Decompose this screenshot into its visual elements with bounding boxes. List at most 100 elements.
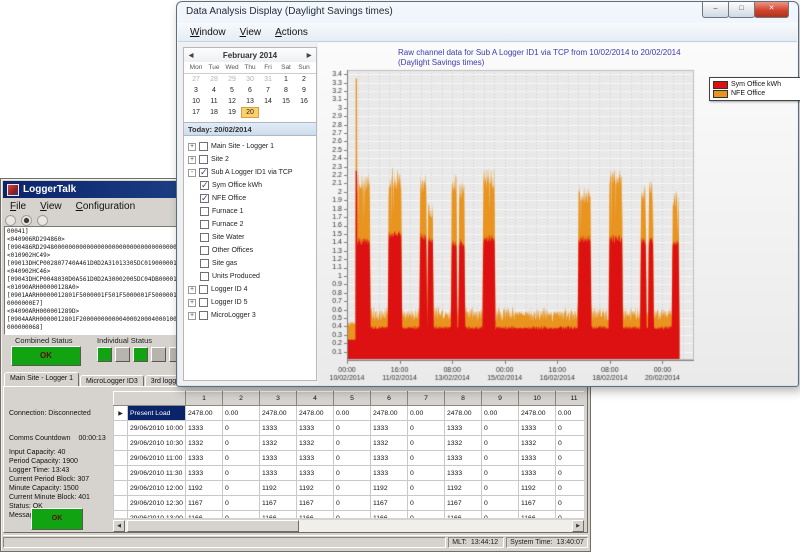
calendar-day[interactable]: 27 bbox=[187, 74, 205, 85]
calendar-day[interactable]: 12 bbox=[223, 96, 241, 107]
grid-cell[interactable]: 1333 bbox=[519, 451, 556, 466]
grid-cell[interactable]: 1167 bbox=[297, 496, 334, 511]
grid-cell[interactable]: 1332 bbox=[186, 436, 223, 451]
play-button[interactable] bbox=[5, 215, 16, 226]
menu-item-file[interactable]: File bbox=[3, 201, 33, 212]
grid-cell[interactable]: 1332 bbox=[297, 436, 334, 451]
calendar-day[interactable]: 3 bbox=[187, 85, 205, 96]
grid-column-header[interactable]: 1 bbox=[186, 392, 223, 406]
calendar-day[interactable]: 4 bbox=[205, 85, 223, 96]
grid-cell[interactable]: 1167 bbox=[260, 496, 297, 511]
grid-cell[interactable]: 0 bbox=[334, 451, 371, 466]
calendar-day-selected[interactable]: 20 bbox=[241, 107, 259, 118]
tree-item-label[interactable]: Other Offices bbox=[212, 247, 253, 254]
calendar-day[interactable]: 1 bbox=[277, 74, 295, 85]
calendar-day[interactable]: 14 bbox=[259, 96, 277, 107]
tree-checkbox[interactable] bbox=[200, 207, 209, 216]
grid-horizontal-scrollbar[interactable]: ◀ ▶ bbox=[113, 520, 584, 532]
grid-cell[interactable]: 1192 bbox=[371, 481, 408, 496]
calendar-day[interactable]: 19 bbox=[223, 107, 241, 118]
grid-row-label[interactable]: 29/06/2010 12:00 bbox=[128, 481, 186, 496]
grid-cell[interactable]: 0.00 bbox=[223, 406, 260, 421]
tree-item-label[interactable]: Main Site - Logger 1 bbox=[211, 143, 274, 150]
tree-checkbox[interactable] bbox=[200, 233, 209, 242]
tree-item-label[interactable]: Logger ID 4 bbox=[211, 286, 248, 293]
grid-column-header[interactable]: 7 bbox=[408, 392, 445, 406]
grid-cell[interactable]: 1333 bbox=[445, 451, 482, 466]
tree-item-label[interactable]: Furnace 1 bbox=[212, 208, 244, 215]
grid-cell[interactable]: 0 bbox=[223, 511, 260, 519]
grid-cell[interactable]: 1333 bbox=[260, 466, 297, 481]
grid-cell[interactable]: 1333 bbox=[297, 451, 334, 466]
calendar-day[interactable]: 9 bbox=[295, 85, 313, 96]
grid-cell[interactable]: 1192 bbox=[445, 481, 482, 496]
grid-cell[interactable]: 2478.00 bbox=[445, 406, 482, 421]
grid-column-header[interactable]: 10 bbox=[519, 392, 556, 406]
maximize-icon[interactable]: □ bbox=[728, 2, 755, 18]
tree-item-label[interactable]: Site 2 bbox=[211, 156, 229, 163]
grid-cell[interactable]: 2478.00 bbox=[297, 406, 334, 421]
grid-cell[interactable]: 0 bbox=[223, 421, 260, 436]
grid-cell[interactable]: 1333 bbox=[519, 466, 556, 481]
grid-cell[interactable]: 0 bbox=[482, 481, 519, 496]
grid-cell[interactable]: 0 bbox=[556, 466, 585, 481]
calendar-day[interactable]: 16 bbox=[295, 96, 313, 107]
tree-expander-icon[interactable]: + bbox=[188, 143, 196, 151]
tree-checkbox[interactable] bbox=[200, 272, 209, 281]
tree-checkbox[interactable] bbox=[199, 285, 208, 294]
grid-cell[interactable]: 1166 bbox=[260, 511, 297, 519]
grid-cell[interactable]: 0 bbox=[482, 496, 519, 511]
scroll-left-icon[interactable]: ◀ bbox=[113, 520, 125, 532]
calendar-today-label[interactable]: Today: 20/02/2014 bbox=[184, 122, 316, 136]
grid-cell[interactable]: 0.00 bbox=[482, 406, 519, 421]
menu-item-view[interactable]: View bbox=[33, 201, 69, 212]
tree-item-label[interactable]: Sym Office kWh bbox=[212, 182, 262, 189]
tree-item-label[interactable]: Site Water bbox=[212, 234, 244, 241]
grid-cell[interactable]: 1333 bbox=[297, 421, 334, 436]
grid-cell[interactable]: 1192 bbox=[260, 481, 297, 496]
calendar-day[interactable]: 31 bbox=[259, 74, 277, 85]
grid-column-header[interactable]: 11 bbox=[556, 392, 585, 406]
grid-cell[interactable]: 1192 bbox=[186, 481, 223, 496]
calendar-day[interactable]: 5 bbox=[223, 85, 241, 96]
grid-cell[interactable]: 2478.00 bbox=[260, 406, 297, 421]
grid-cell[interactable]: 0 bbox=[223, 436, 260, 451]
grid-column-header[interactable]: 8 bbox=[445, 392, 482, 406]
grid-row-label[interactable]: 29/06/2010 11:00 bbox=[128, 451, 186, 466]
grid-cell[interactable]: 1332 bbox=[260, 436, 297, 451]
grid-row-label[interactable]: 29/06/2010 13:00 bbox=[128, 511, 186, 519]
calendar-day[interactable]: 18 bbox=[205, 107, 223, 118]
grid-cell[interactable]: 1192 bbox=[519, 481, 556, 496]
grid-row-label[interactable]: Present Load bbox=[128, 406, 186, 421]
grid-cell[interactable]: 1166 bbox=[519, 511, 556, 519]
tree-item-label[interactable]: Site gas bbox=[212, 260, 237, 267]
grid-cell[interactable]: 0 bbox=[223, 466, 260, 481]
calendar-day[interactable]: 15 bbox=[277, 96, 295, 107]
grid-cell[interactable]: 0 bbox=[482, 421, 519, 436]
grid-column-header[interactable]: 9 bbox=[482, 392, 519, 406]
grid-row-label[interactable]: 29/06/2010 10:00 bbox=[128, 421, 186, 436]
tree-checkbox[interactable] bbox=[200, 246, 209, 255]
grid-cell[interactable]: 1333 bbox=[371, 466, 408, 481]
menu-item-view[interactable]: View bbox=[233, 27, 269, 38]
grid-cell[interactable]: 1167 bbox=[371, 496, 408, 511]
grid-cell[interactable]: 0 bbox=[334, 496, 371, 511]
calendar-day[interactable]: 11 bbox=[205, 96, 223, 107]
menu-item-configuration[interactable]: Configuration bbox=[69, 201, 143, 212]
grid-cell[interactable]: 0 bbox=[334, 436, 371, 451]
tree-checkbox-checked[interactable] bbox=[199, 168, 208, 177]
grid-cell[interactable]: 0 bbox=[408, 496, 445, 511]
grid-cell[interactable]: 1333 bbox=[445, 466, 482, 481]
calendar-day[interactable]: 8 bbox=[277, 85, 295, 96]
calendar-day[interactable]: 2 bbox=[295, 74, 313, 85]
grid-cell[interactable]: 0 bbox=[482, 436, 519, 451]
scrollbar-thumb[interactable] bbox=[127, 520, 299, 532]
grid-cell[interactable]: 1333 bbox=[260, 421, 297, 436]
calendar-day[interactable]: 30 bbox=[241, 74, 259, 85]
close-icon[interactable]: ✕ bbox=[754, 2, 789, 18]
stop-button[interactable] bbox=[21, 215, 32, 226]
row-selector[interactable] bbox=[114, 436, 128, 451]
grid-row-label[interactable]: 29/06/2010 10:30 bbox=[128, 436, 186, 451]
grid-cell[interactable]: 0 bbox=[408, 481, 445, 496]
grid-cell[interactable]: 0 bbox=[408, 451, 445, 466]
